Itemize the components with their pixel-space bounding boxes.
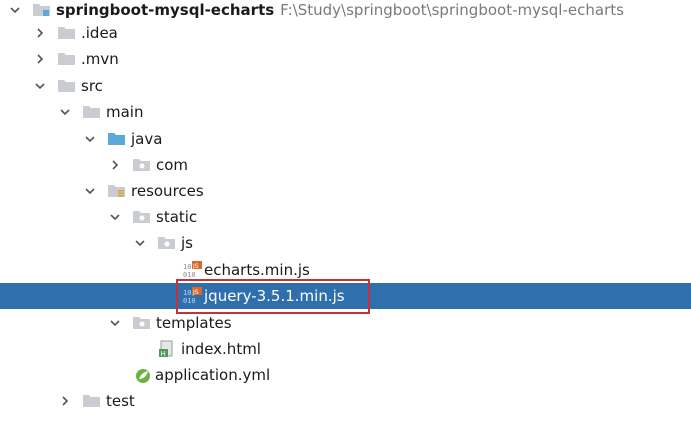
tree-row-label: main — [106, 103, 144, 121]
chevron-right-icon[interactable] — [108, 152, 122, 178]
chevron-down-icon[interactable] — [83, 178, 97, 204]
tree-row-echarts[interactable]: 10 010 JS echarts.min.js — [0, 257, 691, 283]
tree-row-label: templates — [156, 314, 232, 332]
root-name: springboot-mysql-echarts — [56, 1, 275, 19]
folder-icon — [57, 20, 77, 46]
tree-row-label: application.yml — [155, 366, 271, 384]
chevron-down-icon[interactable] — [33, 73, 47, 99]
list-cutoff — [0, 420, 691, 424]
svg-text:JS: JS — [192, 263, 199, 270]
tree-row-label: .mvn — [81, 50, 119, 68]
tree-row-templates[interactable]: templates — [0, 310, 691, 336]
folder-icon — [57, 73, 77, 99]
svg-text:H: H — [161, 350, 166, 358]
source-root-folder-icon — [107, 126, 127, 152]
tree-row-label: index.html — [181, 340, 261, 358]
svg-text:10: 10 — [183, 289, 191, 297]
tree-row-label: echarts.min.js — [204, 261, 310, 279]
chevron-down-icon[interactable] — [108, 310, 122, 336]
tree-row-mvn[interactable]: .mvn — [0, 46, 691, 72]
tree-row-label: test — [106, 392, 135, 410]
chevron-right-icon[interactable] — [33, 46, 47, 72]
tree-row-static[interactable]: static — [0, 204, 691, 230]
minified-js-file-icon: 10 010 JS — [183, 257, 203, 283]
package-icon — [132, 204, 152, 230]
folder-icon — [82, 388, 102, 414]
tree-row-label: .idea — [81, 24, 118, 42]
tree-row-label: js — [181, 234, 193, 252]
tree-row-src[interactable]: src — [0, 73, 691, 99]
package-icon — [132, 310, 152, 336]
tree-row-idea[interactable]: .idea — [0, 20, 691, 46]
package-icon — [157, 230, 177, 256]
tree-row-index[interactable]: H index.html — [0, 336, 691, 362]
project-tree: springboot-mysql-echarts F:\Study\springb… — [0, 0, 691, 424]
chevron-down-icon[interactable] — [83, 126, 97, 152]
svg-text:JS: JS — [192, 289, 199, 296]
tree-row-label: com — [156, 156, 189, 174]
chevron-right-icon[interactable] — [33, 20, 47, 46]
chevron-down-icon[interactable] — [108, 204, 122, 230]
tree-row-test[interactable]: test — [0, 388, 691, 414]
tree-row-resources[interactable]: resources — [0, 178, 691, 204]
resources-folder-icon — [107, 178, 127, 204]
tree-row-label: jquery-3.5.1.min.js — [204, 287, 345, 305]
package-icon — [132, 152, 152, 178]
tree-row-main[interactable]: main — [0, 99, 691, 125]
spring-config-icon — [133, 362, 153, 388]
folder-icon — [57, 46, 77, 72]
tree-row-label: resources — [131, 182, 204, 200]
chevron-right-icon[interactable] — [58, 388, 72, 414]
svg-text:010: 010 — [183, 297, 196, 305]
tree-row-jquery[interactable]: 10 010 JS jquery-3.5.1.min.js — [0, 283, 691, 309]
tree-row-label: src — [81, 77, 103, 95]
tree-row-java[interactable]: java — [0, 126, 691, 152]
tree-row-label: java — [131, 130, 163, 148]
tree-row-label: static — [156, 208, 198, 226]
chevron-down-icon[interactable] — [58, 99, 72, 125]
tree-row-js[interactable]: js — [0, 230, 691, 256]
tree-row-com[interactable]: com — [0, 152, 691, 178]
chevron-down-icon[interactable] — [133, 230, 147, 256]
svg-text:010: 010 — [183, 271, 196, 279]
folder-icon — [82, 99, 102, 125]
html-file-icon: H — [158, 336, 178, 362]
minified-js-file-icon: 10 010 JS — [183, 283, 203, 309]
tree-row-application[interactable]: application.yml — [0, 362, 691, 388]
root-path: F:\Study\springboot\springboot-mysql-ech… — [280, 1, 624, 19]
svg-text:10: 10 — [183, 263, 191, 271]
